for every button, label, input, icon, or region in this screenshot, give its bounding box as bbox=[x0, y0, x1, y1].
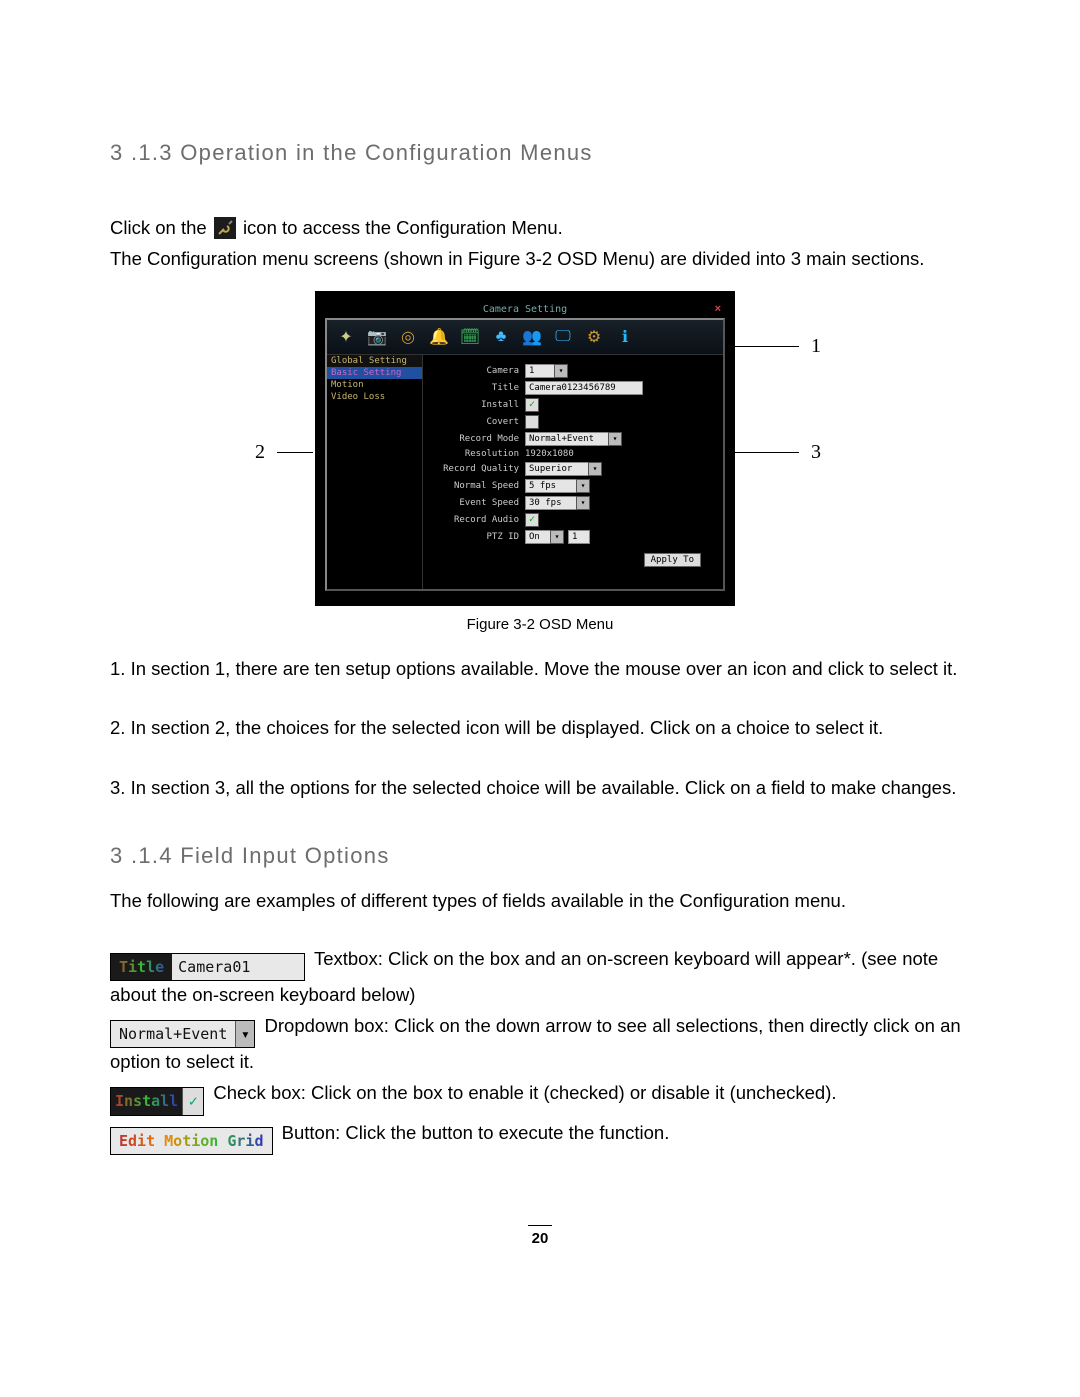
checkbox-icon: ✓ bbox=[182, 1088, 203, 1115]
chevron-down-icon: ▾ bbox=[588, 462, 602, 476]
page-number: 20 bbox=[110, 1225, 970, 1247]
label: Event Speed bbox=[429, 498, 525, 508]
record-audio-checkbox[interactable]: ✓ bbox=[525, 513, 539, 527]
label: Record Mode bbox=[429, 434, 525, 444]
express-icon[interactable]: ✦ bbox=[335, 326, 357, 348]
example-dropdown: Normal+Event ▾ Dropdown box: Click on th… bbox=[110, 1012, 970, 1076]
label: Resolution bbox=[429, 449, 525, 459]
chevron-down-icon: ▾ bbox=[576, 479, 590, 493]
display-icon[interactable]: 🖵 bbox=[552, 326, 574, 348]
record-icon[interactable]: ◎ bbox=[397, 326, 419, 348]
osd-toolbar: ✦ 📷 ◎ 🔔 🗓 ♣ 👥 🖵 ⚙ ℹ bbox=[327, 320, 723, 355]
value: 1 bbox=[525, 364, 555, 378]
chevron-down-icon: ▾ bbox=[554, 364, 568, 378]
label: Title bbox=[429, 383, 525, 393]
ptz-id-number[interactable]: 1 bbox=[568, 530, 590, 544]
page-number-value: 20 bbox=[532, 1230, 549, 1247]
record-quality-dropdown[interactable]: Superior ▾ bbox=[525, 462, 602, 476]
list-item-1: 1. In section 1, there are ten setup opt… bbox=[110, 655, 970, 683]
value: Superior bbox=[525, 462, 589, 476]
chevron-down-icon: ▾ bbox=[576, 496, 590, 510]
sidebar-item[interactable]: Motion bbox=[327, 379, 422, 391]
osd-sidebar: Global Setting Basic SettingMotionVideo … bbox=[327, 355, 423, 589]
covert-checkbox[interactable] bbox=[525, 415, 539, 429]
normal-speed-dropdown[interactable]: 5 fps ▾ bbox=[525, 479, 590, 493]
record-mode-dropdown[interactable]: Normal+Event ▾ bbox=[525, 432, 622, 446]
heading-314: 3 .1.4 Field Input Options bbox=[110, 843, 970, 869]
chevron-down-icon: ▾ bbox=[608, 432, 622, 446]
osd-form: Camera 1 ▾ Title Camera0123456789 Instal… bbox=[423, 355, 723, 589]
camera-icon[interactable]: 📷 bbox=[366, 326, 388, 348]
system-icon[interactable]: ⚙ bbox=[583, 326, 605, 348]
resolution-value: 1920x1080 bbox=[525, 449, 574, 459]
heading-313: 3 .1.3 Operation in the Configuration Me… bbox=[110, 140, 970, 166]
event-speed-dropdown[interactable]: 30 fps ▾ bbox=[525, 496, 590, 510]
close-icon[interactable]: × bbox=[715, 303, 721, 315]
sidebar-item[interactable]: Basic Setting bbox=[327, 367, 422, 379]
text: Dropdown box: bbox=[265, 1015, 395, 1036]
list-item-3: 3. In section 3, all the options for the… bbox=[110, 774, 970, 802]
figure-3-2: 2 × Camera Setting ✦ 📷 ◎ 🔔 🗓 ♣ 👥 🖵 ⚙ ℹ Global Set… bbox=[110, 291, 970, 606]
document-page: 3 .1.3 Operation in the Configuration Me… bbox=[0, 0, 1080, 1327]
text: Textbox: bbox=[314, 948, 388, 969]
paragraph-314: The following are examples of different … bbox=[110, 887, 970, 915]
users-icon[interactable]: 👥 bbox=[521, 326, 543, 348]
check-label: Install bbox=[115, 1092, 178, 1110]
value: On bbox=[525, 530, 551, 544]
paragraph-1: Click on the icon to access the Configur… bbox=[110, 214, 970, 242]
label: Record Audio bbox=[429, 515, 525, 525]
camera-dropdown[interactable]: 1 ▾ bbox=[525, 364, 568, 378]
paragraph-2: The Configuration menu screens (shown in… bbox=[110, 245, 970, 273]
label: Install bbox=[429, 400, 525, 410]
osd-window-title: Camera Setting bbox=[325, 301, 725, 318]
button-label: Edit Motion Grid bbox=[119, 1132, 264, 1150]
sidebar-item[interactable]: Video Loss bbox=[327, 391, 422, 403]
dropdown-value: Normal+Event bbox=[111, 1021, 235, 1048]
label: PTZ ID bbox=[429, 532, 525, 542]
label: Normal Speed bbox=[429, 481, 525, 491]
example-title-widget: Title Camera01 bbox=[110, 953, 305, 982]
text: Click on the bbox=[110, 217, 212, 238]
info-icon[interactable]: ℹ bbox=[614, 326, 636, 348]
osd-screenshot: × Camera Setting ✦ 📷 ◎ 🔔 🗓 ♣ 👥 🖵 ⚙ ℹ Global Setti… bbox=[315, 291, 735, 606]
example-check-widget: Install ✓ bbox=[110, 1087, 204, 1116]
example-button: Edit Motion Grid Button: Click the butto… bbox=[110, 1119, 970, 1156]
ptz-id-dropdown[interactable]: On ▾ bbox=[525, 530, 564, 544]
alarm-icon[interactable]: 🔔 bbox=[428, 326, 450, 348]
callout-3: 3 bbox=[811, 441, 821, 464]
text: Click on the box to enable it (checked) … bbox=[311, 1082, 836, 1103]
value: 30 fps bbox=[525, 496, 577, 510]
apply-to-button[interactable]: Apply To bbox=[644, 553, 701, 567]
sidebar-header: Global Setting bbox=[327, 355, 422, 367]
schedule-icon[interactable]: 🗓 bbox=[459, 326, 481, 348]
example-dropdown-widget: Normal+Event ▾ bbox=[110, 1020, 255, 1049]
title-input[interactable]: Camera0123456789 bbox=[525, 381, 643, 395]
label: Record Quality bbox=[429, 464, 525, 474]
chevron-down-icon: ▾ bbox=[235, 1021, 254, 1048]
label: Covert bbox=[429, 417, 525, 427]
list-item-2: 2. In section 2, the choices for the sel… bbox=[110, 714, 970, 742]
text: Button: bbox=[282, 1122, 346, 1143]
callout-2: 2 bbox=[255, 441, 265, 464]
network-icon[interactable]: ♣ bbox=[490, 326, 512, 348]
text: icon to access the Configuration Menu. bbox=[243, 217, 563, 238]
example-button-widget: Edit Motion Grid bbox=[110, 1127, 273, 1156]
install-checkbox[interactable]: ✓ bbox=[525, 398, 539, 412]
value: Normal+Event bbox=[525, 432, 609, 446]
callout-1: 1 bbox=[811, 335, 821, 358]
title-label: Title bbox=[113, 956, 170, 978]
text: Click the button to execute the function… bbox=[345, 1122, 669, 1143]
example-checkbox: Install ✓ Check box: Click on the box to… bbox=[110, 1079, 970, 1116]
figure-caption: Figure 3-2 OSD Menu bbox=[110, 616, 970, 633]
wrench-icon bbox=[214, 217, 236, 239]
value: 5 fps bbox=[525, 479, 577, 493]
label: Camera bbox=[429, 366, 525, 376]
example-textbox: Title Camera01 Textbox: Click on the box… bbox=[110, 945, 970, 1009]
text: Check box: bbox=[213, 1082, 311, 1103]
title-value: Camera01 bbox=[172, 954, 304, 981]
chevron-down-icon: ▾ bbox=[550, 530, 564, 544]
